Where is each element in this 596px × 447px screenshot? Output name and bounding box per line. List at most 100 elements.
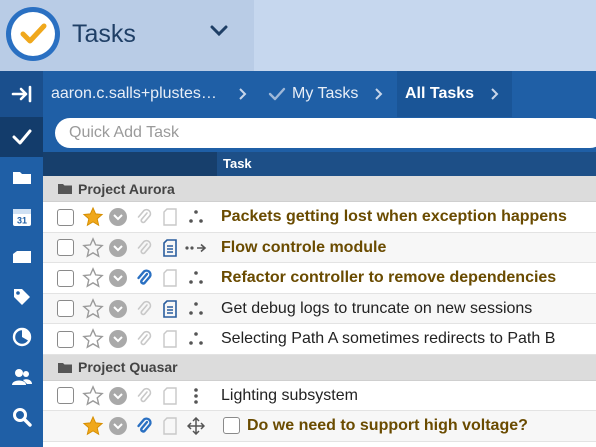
context-icon: [12, 251, 31, 263]
complete-checkbox[interactable]: [55, 381, 75, 411]
svg-text:31: 31: [16, 216, 26, 226]
note-icon[interactable]: [159, 263, 181, 293]
table-row[interactable]: Selecting Path A sometimes redirects to …: [43, 324, 596, 355]
rail-contexts-button[interactable]: [0, 237, 43, 277]
subtask-arrow-icon[interactable]: [183, 233, 209, 263]
checkmark-icon: [12, 129, 31, 145]
tag-icon: [13, 289, 30, 305]
complete-checkbox[interactable]: [55, 324, 75, 354]
task-title[interactable]: Do we need to support high voltage?: [247, 411, 528, 441]
task-title[interactable]: Selecting Path A sometimes redirects to …: [221, 324, 555, 354]
status-chevron-icon[interactable]: [107, 294, 129, 324]
status-chevron-icon[interactable]: [107, 263, 129, 293]
note-icon[interactable]: [159, 381, 181, 411]
status-chevron-icon[interactable]: [107, 233, 129, 263]
note-filled-icon[interactable]: [159, 233, 181, 263]
paperclip-icon[interactable]: [133, 202, 155, 232]
task-title[interactable]: Flow controle module: [221, 233, 386, 263]
note-icon[interactable]: [159, 324, 181, 354]
task-title[interactable]: Get debug logs to truncate on new sessio…: [221, 294, 532, 324]
search-icon: [12, 408, 32, 427]
note-icon[interactable]: [159, 411, 181, 441]
task-title[interactable]: Packets getting lost when exception happ…: [221, 202, 567, 232]
calendar-icon: 31: [12, 209, 31, 226]
subtask-dots-icon[interactable]: [183, 294, 209, 324]
folder-icon: [58, 362, 72, 373]
paperclip-icon[interactable]: [133, 381, 155, 411]
task-title[interactable]: Lighting subsystem: [221, 381, 358, 411]
complete-checkbox[interactable]: [55, 263, 75, 293]
star-outline-icon[interactable]: [81, 381, 105, 411]
paperclip-attached-icon[interactable]: [133, 411, 155, 441]
paperclip-icon[interactable]: [133, 233, 155, 263]
table-row[interactable]: Do we need to support high voltage?: [43, 411, 596, 442]
star-outline-icon[interactable]: [81, 263, 105, 293]
task-title[interactable]: Refactor controller to remove dependenci…: [221, 263, 556, 293]
rail-folders-button[interactable]: [0, 157, 43, 197]
table-row[interactable]: Get debug logs to truncate on new sessio…: [43, 293, 596, 324]
people-icon: [11, 369, 32, 385]
chevron-right-icon: [374, 71, 384, 117]
breadcrumb-all-tasks-label: All Tasks: [405, 85, 475, 102]
app-switcher[interactable]: Tasks: [0, 0, 254, 71]
status-chevron-icon[interactable]: [107, 381, 129, 411]
rail-people-button[interactable]: [0, 357, 43, 397]
complete-checkbox[interactable]: [55, 294, 75, 324]
breadcrumb: aaron.c.salls+plustes… My Tasks All Task…: [0, 71, 596, 117]
app-title: Tasks: [72, 20, 136, 48]
column-task-header[interactable]: Task: [223, 156, 252, 171]
group-name: Project Aurora: [78, 180, 175, 197]
rail-status-button[interactable]: [0, 317, 43, 357]
star-outline-icon[interactable]: [81, 324, 105, 354]
status-chevron-icon[interactable]: [107, 324, 129, 354]
check-icon: [268, 71, 286, 117]
group-name: Project Quasar: [78, 359, 178, 375]
subtask-dots-icon[interactable]: [183, 263, 209, 293]
star-icon[interactable]: [81, 202, 105, 232]
table-row[interactable]: Lighting subsystem: [43, 380, 596, 411]
subtask-dots-icon[interactable]: [183, 324, 209, 354]
group-header-project-quasar[interactable]: Project Quasar: [43, 354, 596, 381]
table-row[interactable]: Refactor controller to remove dependenci…: [43, 263, 596, 294]
note-icon[interactable]: [159, 202, 181, 232]
complete-checkbox[interactable]: [55, 202, 75, 232]
paperclip-icon[interactable]: [133, 324, 155, 354]
collapse-sidebar-icon[interactable]: [0, 71, 43, 117]
star-outline-icon[interactable]: [81, 233, 105, 263]
breadcrumb-my-tasks[interactable]: My Tasks: [292, 71, 358, 117]
chevron-right-icon: [490, 87, 500, 101]
group-header-project-aurora[interactable]: Project Aurora: [43, 176, 596, 202]
folder-icon: [58, 184, 72, 194]
paperclip-attached-icon[interactable]: [133, 263, 155, 293]
move-handle-icon[interactable]: [183, 411, 209, 441]
task-list: Project Aurora Packets getting lost when…: [43, 176, 596, 442]
quick-add-input[interactable]: [55, 118, 596, 148]
chevron-right-icon: [238, 71, 248, 117]
rail-tasks-button[interactable]: [0, 117, 43, 157]
rail-tags-button[interactable]: [0, 277, 43, 317]
status-chevron-icon[interactable]: [107, 202, 129, 232]
folder-icon: [12, 172, 31, 184]
note-filled-icon[interactable]: [159, 294, 181, 324]
subtask-vertical-dots-icon[interactable]: [183, 381, 209, 411]
rail-search-button[interactable]: [0, 397, 43, 437]
paperclip-icon[interactable]: [133, 294, 155, 324]
breadcrumb-account[interactable]: aaron.c.salls+plustes…: [51, 71, 217, 117]
app-logo-icon: [6, 7, 60, 61]
column-header: Task: [43, 152, 596, 176]
star-outline-icon[interactable]: [81, 294, 105, 324]
breadcrumb-all-tasks[interactable]: All Tasks: [397, 71, 512, 117]
status-icon: [12, 327, 31, 347]
complete-checkbox[interactable]: [55, 233, 75, 263]
chevron-down-icon[interactable]: [210, 24, 228, 42]
column-header-icons-area: [43, 152, 217, 176]
status-chevron-icon[interactable]: [107, 411, 129, 441]
table-row[interactable]: Packets getting lost when exception happ…: [43, 202, 596, 233]
app-header: Tasks: [0, 0, 596, 71]
complete-checkbox[interactable]: [223, 417, 240, 434]
subtask-dots-icon[interactable]: [183, 202, 209, 232]
table-row[interactable]: Flow controle module: [43, 232, 596, 263]
rail-calendar-button[interactable]: 31: [0, 197, 43, 237]
star-icon[interactable]: [81, 411, 105, 441]
quick-add-bar: [43, 117, 596, 152]
